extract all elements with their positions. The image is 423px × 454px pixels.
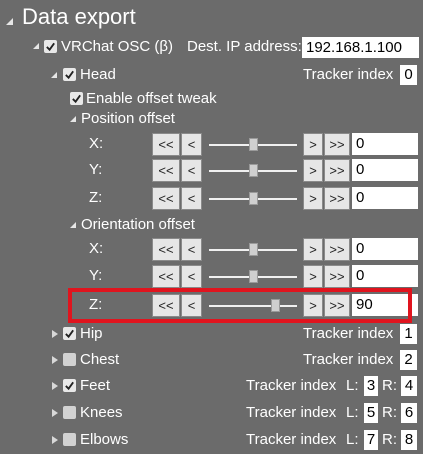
orientation-y-slider-thumb[interactable] [249,270,258,283]
position-x-axis-label: X: [89,135,104,152]
position-x-fast-decrement-button[interactable]: << [152,133,180,156]
knees-right-index-input[interactable]: 6 [401,403,417,423]
orientation-x-decrement-button[interactable]: < [181,238,202,261]
check-icon [65,329,74,339]
hip-expand-triangle-icon[interactable] [52,330,58,338]
feet-tracker-index-label: Tracker index [246,377,337,394]
position-z-fast-decrement-button[interactable]: << [152,187,180,210]
head-collapse-triangle-icon[interactable] [51,72,57,78]
check-icon [72,94,81,104]
orientation-y-increment-button[interactable]: > [303,265,323,288]
elbows-tracker-index-label: Tracker index [246,431,337,448]
knees-right-label: R: [382,404,397,421]
orientation-x-slider-thumb[interactable] [249,243,258,256]
feet-expand-triangle-icon[interactable] [52,382,58,390]
elbows-left-label: L: [346,431,359,448]
orientation-y-value-input[interactable]: 0 [352,265,418,287]
chest-checkbox[interactable] [63,353,76,366]
feet-right-label: R: [382,377,397,394]
hip-checkbox[interactable] [63,327,76,340]
orientation-y-fast-increment-button[interactable]: >> [324,265,350,288]
knees-left-label: L: [346,404,359,421]
position-y-decrement-button[interactable]: < [181,159,202,182]
position-z-fast-increment-button[interactable]: >> [324,187,350,210]
hip-label: Hip [80,325,103,342]
position-x-increment-button[interactable]: > [303,133,323,156]
position-x-decrement-button[interactable]: < [181,133,202,156]
chest-expand-triangle-icon[interactable] [52,356,58,364]
position-z-decrement-button[interactable]: < [181,187,202,210]
position-z-axis-label: Z: [89,189,103,206]
knees-left-index-input[interactable]: 5 [364,403,378,423]
position-collapse-triangle-icon[interactable] [70,116,76,122]
head-label: Head [80,66,116,83]
orientation-y-decrement-button[interactable]: < [181,265,202,288]
orientation-x-axis-label: X: [89,240,104,257]
hip-tracker-index-input[interactable]: 1 [400,324,417,344]
chest-label: Chest [80,351,120,368]
elbows-right-label: R: [382,431,397,448]
orientation-x-fast-decrement-button[interactable]: << [152,238,180,261]
orientation-x-value-input[interactable]: 0 [352,238,418,260]
orientation-x-increment-button[interactable]: > [303,238,323,261]
orientation-y-axis-label: Y: [89,267,103,284]
position-offset-label: Position offset [81,110,175,127]
position-x-fast-increment-button[interactable]: >> [324,133,350,156]
position-y-fast-decrement-button[interactable]: << [152,159,180,182]
position-y-value-input[interactable]: 0 [352,159,418,181]
feet-label: Feet [80,377,111,394]
ip-address-label: Dest. IP address: [187,38,302,55]
elbows-left-index-input[interactable]: 7 [364,430,378,450]
position-z-increment-button[interactable]: > [303,187,323,210]
position-y-slider-thumb[interactable] [249,164,258,177]
orientation-x-fast-increment-button[interactable]: >> [324,238,350,261]
knees-tracker-index-label: Tracker index [246,404,337,421]
hip-tracker-index-label: Tracker index [303,325,394,342]
feet-right-index-input[interactable]: 4 [401,376,417,396]
position-y-increment-button[interactable]: > [303,159,323,182]
elbows-checkbox[interactable] [63,433,76,446]
knees-checkbox[interactable] [63,406,76,419]
ip-address-input[interactable]: 192.168.1.100 [302,37,419,58]
feet-left-index-input[interactable]: 3 [364,376,378,396]
feet-checkbox[interactable] [63,379,76,392]
knees-label: Knees [80,404,123,421]
osc-collapse-triangle-icon[interactable] [33,43,39,49]
position-z-slider-thumb[interactable] [249,192,258,205]
elbows-right-index-input[interactable]: 8 [401,430,417,450]
head-checkbox[interactable] [63,68,76,81]
elbows-expand-triangle-icon[interactable] [52,436,58,444]
position-z-value-input[interactable]: 0 [352,187,418,209]
chest-tracker-index-input[interactable]: 2 [400,350,417,370]
check-icon [65,381,74,391]
collapse-triangle-icon[interactable] [6,18,13,25]
orientation-y-fast-decrement-button[interactable]: << [152,265,180,288]
check-icon [46,42,55,52]
enable-offset-checkbox[interactable] [70,92,83,105]
highlight-box [68,288,412,323]
feet-left-label: L: [346,377,359,394]
check-icon [65,70,74,80]
orientation-collapse-triangle-icon[interactable] [70,222,76,228]
position-x-value-input[interactable]: 0 [352,133,418,155]
osc-label: VRChat OSC (β) [61,38,173,55]
orientation-offset-label: Orientation offset [81,216,195,233]
chest-tracker-index-label: Tracker index [303,351,394,368]
position-y-axis-label: Y: [89,161,103,178]
position-y-fast-increment-button[interactable]: >> [324,159,350,182]
osc-checkbox[interactable] [44,40,57,53]
section-title: Data export [22,4,136,29]
elbows-label: Elbows [80,431,129,448]
position-x-slider-thumb[interactable] [249,138,258,151]
knees-expand-triangle-icon[interactable] [52,409,58,417]
head-tracker-index-input[interactable]: 0 [400,65,417,85]
enable-offset-label: Enable offset tweak [86,90,217,107]
head-tracker-index-label: Tracker index [303,66,394,83]
